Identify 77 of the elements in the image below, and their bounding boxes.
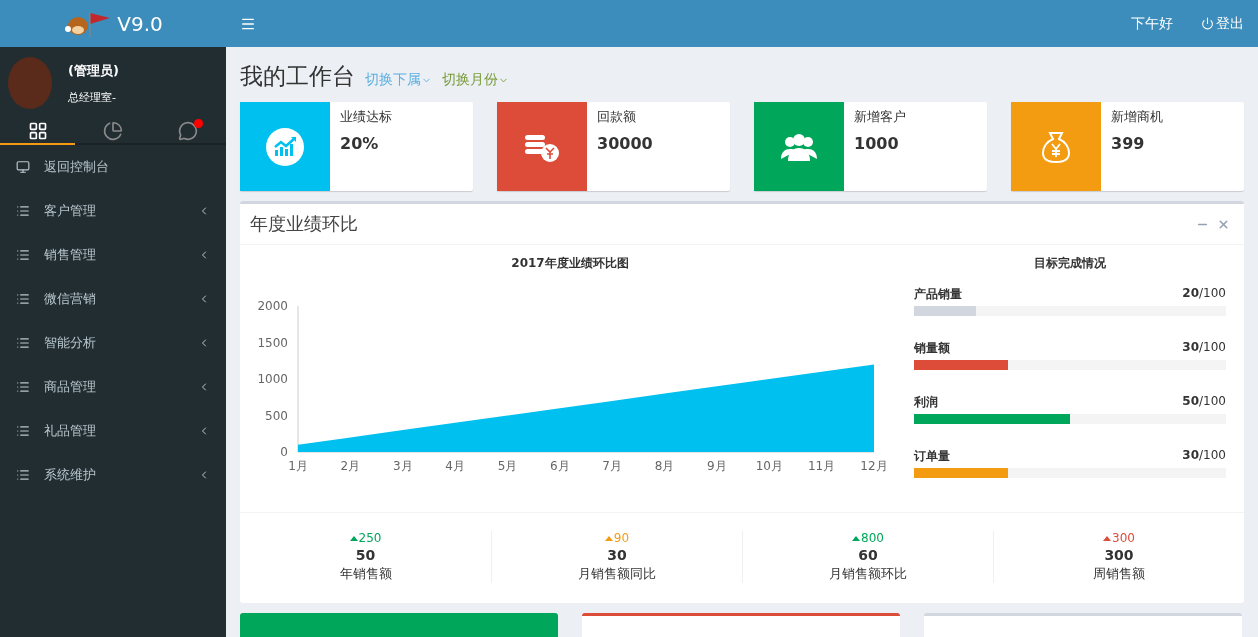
stat-value: 1000 bbox=[854, 134, 900, 153]
list-icon bbox=[16, 204, 30, 218]
power-icon bbox=[1201, 17, 1214, 30]
summary-value: 300 bbox=[1104, 547, 1134, 563]
list-icon bbox=[16, 292, 30, 306]
goal-score: 30/100 bbox=[1182, 340, 1226, 356]
x-tick-label: 2月 bbox=[340, 459, 361, 472]
x-tick-label: 7月 bbox=[602, 459, 622, 472]
goal-label: 销量额 bbox=[914, 340, 950, 357]
greeting-text: 下午好 bbox=[1131, 14, 1173, 33]
stat-label: 业绩达标 bbox=[340, 108, 392, 126]
goal-label: 订单量 bbox=[914, 448, 950, 465]
x-tick-label: 4月 bbox=[445, 459, 465, 472]
goal-label: 产品销量 bbox=[914, 286, 962, 303]
list-icon bbox=[16, 468, 30, 482]
version-label: V9.0 bbox=[117, 11, 163, 36]
close-icon bbox=[1217, 217, 1230, 231]
goal-score: 30/100 bbox=[1182, 448, 1226, 464]
nav-item[interactable]: 商品管理 bbox=[0, 365, 226, 409]
nav-item[interactable]: 客户管理 bbox=[0, 189, 226, 233]
summary-label: 年销售额 bbox=[339, 565, 392, 583]
x-tick-label: 11月 bbox=[808, 459, 836, 472]
pie-chart-icon bbox=[103, 121, 123, 141]
x-tick-label: 12月 bbox=[860, 459, 888, 472]
panel-title: 年度业绩环比 bbox=[250, 212, 359, 236]
x-tick-label: 6月 bbox=[550, 459, 570, 472]
monitor-icon bbox=[16, 160, 30, 174]
grid-icon bbox=[27, 121, 48, 141]
nav-item[interactable]: 礼品管理 bbox=[0, 409, 226, 453]
x-tick-label: 8月 bbox=[654, 459, 675, 472]
nav-item[interactable]: 销售管理 bbox=[0, 233, 226, 277]
change-indicator: 800 bbox=[852, 531, 884, 545]
stat-label: 新增客户 bbox=[854, 108, 906, 126]
list-icon bbox=[16, 380, 30, 394]
list-icon bbox=[16, 336, 30, 350]
y-tick-label: 1000 bbox=[257, 372, 288, 386]
goals-title: 目标完成情况 bbox=[1033, 255, 1107, 272]
chart-title: 2017年度业绩环比图 bbox=[510, 255, 630, 272]
goal-score: 20/100 bbox=[1182, 286, 1226, 302]
x-tick-label: 10月 bbox=[755, 459, 783, 472]
user-department: 总经理室- bbox=[68, 89, 117, 105]
nav-item[interactable]: 返回控制台 bbox=[0, 145, 226, 189]
nav-item[interactable]: 微信营销 bbox=[0, 277, 226, 321]
summary-value: 50 bbox=[355, 547, 376, 563]
list-icon bbox=[16, 424, 30, 438]
stat-value: 399 bbox=[1111, 134, 1146, 153]
change-indicator: 90 bbox=[604, 531, 630, 545]
x-tick-label: 3月 bbox=[392, 459, 413, 472]
summary-label: 月销售额环比 bbox=[829, 565, 907, 583]
summary-value: 60 bbox=[858, 547, 878, 563]
summary-label: 月销售额同比 bbox=[578, 565, 656, 583]
change-indicator: 250 bbox=[349, 531, 382, 545]
y-tick-label: 0 bbox=[280, 445, 288, 459]
stat-value: 20% bbox=[340, 134, 380, 153]
y-tick-label: 2000 bbox=[257, 299, 288, 313]
y-tick-label: 1500 bbox=[257, 335, 288, 350]
avatar-placeholder bbox=[8, 57, 52, 109]
chart-growth-icon bbox=[265, 126, 305, 167]
change-indicator: 300 bbox=[1103, 531, 1135, 545]
nav-item[interactable]: 系统维护 bbox=[0, 453, 226, 497]
user-name: (管理员) bbox=[68, 61, 119, 80]
x-tick-label: 1月 bbox=[288, 459, 308, 472]
goal-score: 50/100 bbox=[1182, 394, 1226, 410]
goal-label: 利润 bbox=[914, 394, 938, 411]
x-tick-label: 9月 bbox=[707, 459, 727, 472]
y-tick-label: 500 bbox=[265, 408, 288, 423]
nav-item[interactable]: 智能分析 bbox=[0, 321, 226, 365]
chat-icon bbox=[178, 121, 199, 141]
summary-value: 30 bbox=[607, 547, 627, 563]
stat-label: 新增商机 bbox=[1111, 108, 1163, 126]
stat-label: 回款额 bbox=[597, 108, 637, 126]
logout-button[interactable]: 登出 bbox=[1201, 14, 1244, 33]
list-icon bbox=[16, 248, 30, 262]
page-title: 我的工作台 bbox=[240, 62, 355, 91]
summary-label: 周销售额 bbox=[1093, 565, 1145, 583]
x-tick-label: 5月 bbox=[497, 459, 518, 472]
stat-value: 30000 bbox=[597, 134, 653, 153]
